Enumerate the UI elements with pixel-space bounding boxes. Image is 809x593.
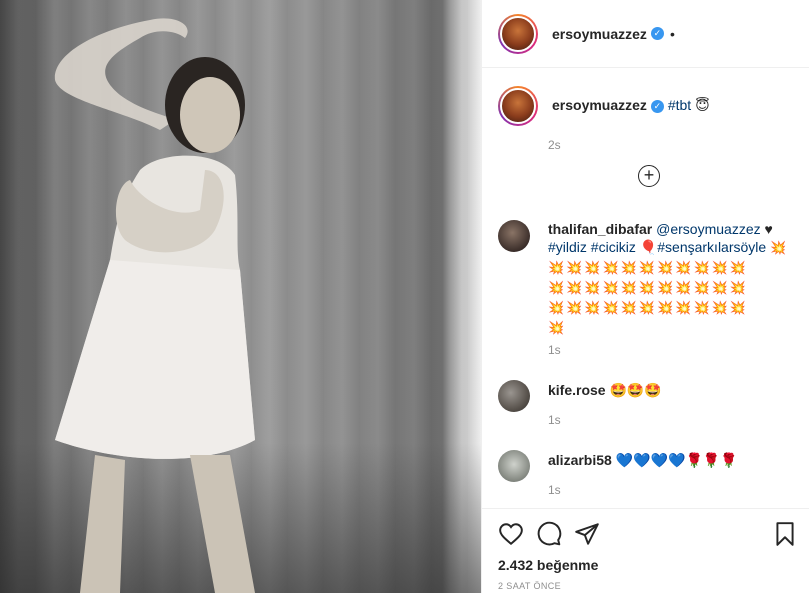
comment-item: alizarbi58 💙💙💙💙🌹🌹🌹 [498, 450, 798, 482]
caption-username[interactable]: ersoymuazzez [552, 97, 647, 113]
author-avatar[interactable] [498, 13, 538, 54]
burst-emoji: 💥 [548, 321, 567, 336]
comment-avatar[interactable] [498, 450, 530, 482]
star-struck-emoji: 🤩🤩🤩 [609, 383, 662, 399]
verified-badge-icon: ✓ [650, 27, 664, 40]
caption: ersoymuazzez ✓ #tbt 😇 [482, 68, 809, 126]
heart-rose-emoji: 💙💙💙💙🌹🌹🌹 [615, 453, 738, 469]
comment-username[interactable]: alizarbi58 [548, 452, 612, 468]
post-age[interactable]: 2 SAAT ÖNCE [498, 581, 561, 591]
burst-emoji: 💥 [770, 241, 789, 256]
bookmark-icon[interactable] [772, 521, 798, 547]
comment-hashtag[interactable]: #senşarkılarsöyle [657, 239, 766, 255]
likes-count[interactable]: 2.432 beğenme [498, 557, 598, 573]
comment-item: thalifan_dibafar @ersoymuazzez ♥ #yildiz… [498, 220, 798, 338]
comment-timestamp[interactable]: 1s [548, 413, 561, 427]
comment-timestamp[interactable]: 1s [548, 343, 561, 357]
burst-emoji-row: 💥💥💥💥💥💥💥💥💥💥💥 [548, 261, 749, 276]
paper-plane-icon[interactable] [574, 521, 600, 547]
balloon-emoji: 🎈 [639, 240, 658, 256]
caption-hashtag[interactable]: #tbt [668, 97, 691, 113]
caption-emoji: 😇 [695, 98, 710, 114]
header-separator-dot: • [669, 25, 675, 42]
post-photo[interactable] [0, 0, 481, 593]
post-side-panel: ersoymuazzez ✓ • ersoymuazzez ✓ #tbt 😇 2s… [481, 0, 809, 593]
action-bar [498, 521, 798, 549]
author-username[interactable]: ersoymuazzez [552, 26, 647, 42]
heart-outline-icon[interactable] [498, 521, 524, 547]
comment-hashtag[interactable]: #cicikiz [591, 239, 636, 255]
comment-hashtag[interactable]: #yildiz [548, 239, 587, 255]
comment-mention[interactable]: @ersoymuazzez [656, 221, 760, 237]
comment-avatar[interactable] [498, 380, 530, 412]
comment-timestamp[interactable]: 1s [548, 483, 561, 497]
photo-figure [54, 18, 255, 593]
burst-emoji-row: 💥💥💥💥💥💥💥💥💥💥💥 [548, 281, 749, 296]
post-header: ersoymuazzez ✓ • [482, 0, 809, 68]
comment-bubble-icon[interactable] [536, 521, 562, 547]
verified-badge-icon: ✓ [650, 99, 664, 113]
post-footer: 2.432 beğenme 2 SAAT ÖNCE [482, 508, 809, 591]
comment-item: kife.rose 🤩🤩🤩 [498, 380, 798, 412]
instagram-post-modal: ersoymuazzez ✓ • ersoymuazzez ✓ #tbt 😇 2s… [0, 0, 809, 593]
plus-circle-icon[interactable]: + [638, 165, 660, 187]
comment-username[interactable]: thalifan_dibafar [548, 221, 652, 237]
comment-username[interactable]: kife.rose [548, 382, 606, 398]
comment-avatar[interactable] [498, 220, 530, 252]
heart-icon: ♥ [764, 221, 773, 237]
caption-timestamp[interactable]: 2s [548, 138, 809, 152]
caption-author-avatar[interactable] [498, 86, 538, 126]
burst-emoji-row: 💥💥💥💥💥💥💥💥💥💥💥 [548, 301, 749, 316]
